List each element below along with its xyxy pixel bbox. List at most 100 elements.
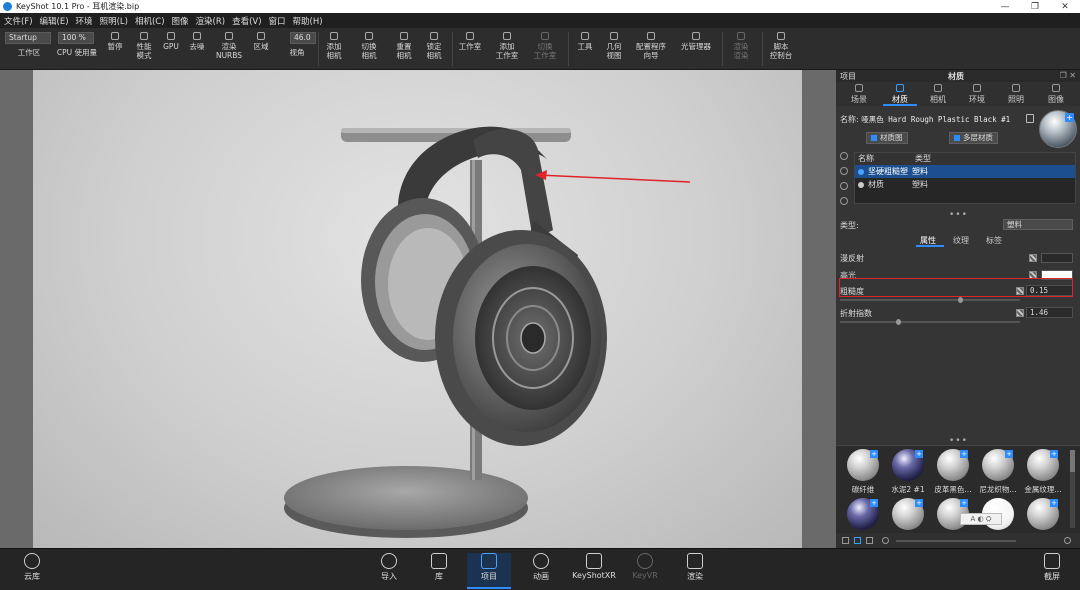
- library-material[interactable]: +: [888, 498, 928, 533]
- roughness-slider[interactable]: [840, 297, 1020, 303]
- add-icon[interactable]: +: [870, 499, 878, 507]
- menu-view[interactable]: 查看(V): [232, 15, 261, 27]
- toolbar-script-console[interactable]: 脚本 控制台: [766, 32, 796, 66]
- library-button[interactable]: 库: [417, 553, 461, 582]
- toolbar-configurator-wizard[interactable]: 配置程序 向导: [630, 32, 672, 66]
- library-material[interactable]: + 尼龙织物...: [978, 449, 1018, 495]
- library-scrollbar-thumb[interactable]: [1070, 450, 1075, 472]
- library-scrollbar[interactable]: [1070, 450, 1075, 528]
- delete-icon[interactable]: [840, 197, 848, 205]
- ior-texture-icon[interactable]: [1016, 309, 1024, 317]
- add-icon[interactable]: +: [960, 499, 968, 507]
- toolbar-render-disabled[interactable]: 渲染 渲染: [726, 32, 756, 66]
- ior-value-field[interactable]: 1.46: [1026, 307, 1073, 318]
- tab-image[interactable]: 图像: [1036, 83, 1076, 105]
- library-material[interactable]: + 水泥2 #1: [888, 449, 928, 495]
- add-icon[interactable]: +: [1005, 450, 1013, 458]
- menu-window[interactable]: 窗口: [269, 15, 286, 27]
- toolbar-light-manager[interactable]: 光管理器: [676, 32, 716, 66]
- menu-file[interactable]: 文件(F): [4, 15, 33, 27]
- workspace-select[interactable]: Startup: [5, 32, 51, 44]
- add-icon[interactable]: +: [870, 450, 878, 458]
- close-button[interactable]: ✕: [1050, 2, 1080, 12]
- toolbar-reset-camera[interactable]: 重置 相机: [390, 32, 418, 66]
- material-graph-button[interactable]: 材质图: [866, 132, 908, 144]
- library-material[interactable]: +: [843, 498, 883, 533]
- column-type[interactable]: 类型: [912, 153, 931, 165]
- tab-environment[interactable]: 环境: [957, 83, 997, 105]
- toolbar-studio[interactable]: 工作室: [454, 32, 486, 66]
- menu-camera[interactable]: 相机(C): [135, 15, 165, 27]
- save-material-icon[interactable]: [1026, 114, 1034, 123]
- multi-layer-material-button[interactable]: 多层材质: [949, 132, 998, 144]
- toolbar-gpu[interactable]: GPU: [160, 32, 182, 66]
- link-icon[interactable]: [840, 152, 848, 160]
- specular-texture-icon[interactable]: [1029, 271, 1037, 279]
- menu-image[interactable]: 图像: [172, 15, 189, 27]
- material-name-field[interactable]: 哑黑色 Hard Rough Plastic Black #1: [861, 115, 1010, 124]
- menu-lighting[interactable]: 照明(L): [100, 15, 128, 27]
- library-material[interactable]: + 碳纤维: [843, 449, 883, 495]
- toolbar-add-studio[interactable]: 添加 工作室: [490, 32, 524, 66]
- menu-environment[interactable]: 环境: [76, 15, 93, 27]
- splitter-handle[interactable]: •••: [949, 210, 968, 220]
- table-row[interactable]: 坚硬粗糙塑 塑料: [855, 165, 1075, 178]
- thumbnail-tools-popup[interactable]: A ◐ ⛭: [960, 513, 1002, 525]
- menu-help[interactable]: 帮助(H): [293, 15, 323, 27]
- import-button[interactable]: 导入: [367, 553, 411, 582]
- ior-slider-knob[interactable]: [896, 319, 901, 325]
- panel-window-buttons[interactable]: ❐ ✕: [1060, 71, 1076, 80]
- add-icon[interactable]: +: [915, 499, 923, 507]
- table-row[interactable]: 材质 塑料: [855, 178, 1075, 191]
- add-icon[interactable]: +: [1050, 499, 1058, 507]
- thumbnail-size-slider[interactable]: [896, 540, 1016, 542]
- animation-button[interactable]: 动画: [519, 553, 563, 582]
- toolbar-add-camera[interactable]: 添加 相机: [320, 32, 348, 66]
- minimize-button[interactable]: —: [990, 2, 1020, 12]
- toolbar-region[interactable]: 区域: [248, 32, 274, 66]
- render-viewport[interactable]: [33, 70, 802, 548]
- add-icon[interactable]: +: [1065, 113, 1074, 122]
- toolbar-lock-camera[interactable]: 锁定 相机: [420, 32, 448, 66]
- ior-slider[interactable]: [840, 319, 1020, 325]
- keyshotxr-button[interactable]: KeyShotXR: [567, 553, 621, 580]
- library-material[interactable]: +: [1023, 498, 1063, 533]
- toolbar-performance-mode[interactable]: 性能 模式: [130, 32, 158, 66]
- roughness-texture-icon[interactable]: [1016, 287, 1024, 295]
- toolbar-tools[interactable]: 工具: [572, 32, 598, 66]
- cloud-library-button[interactable]: 云库: [10, 553, 54, 582]
- fov-field[interactable]: 46.0: [290, 32, 316, 44]
- tab-lighting[interactable]: 照明: [996, 83, 1036, 105]
- zoom-select[interactable]: 100 %: [58, 32, 94, 44]
- tab-material[interactable]: 材质: [880, 83, 920, 105]
- library-material[interactable]: + 金属纹理...: [1023, 449, 1063, 495]
- diffuse-texture-icon[interactable]: [1029, 254, 1037, 262]
- menu-render[interactable]: 渲染(R): [196, 15, 226, 27]
- add-icon[interactable]: +: [960, 450, 968, 458]
- toolbar-pause[interactable]: 暂停: [102, 32, 128, 66]
- zoom-out-icon[interactable]: [882, 537, 889, 544]
- subtab-labels[interactable]: 标签: [986, 235, 1002, 246]
- roughness-value-field[interactable]: 0.15: [1026, 285, 1073, 296]
- unlink-icon[interactable]: [840, 167, 848, 175]
- add-icon[interactable]: +: [915, 450, 923, 458]
- toolbar-geometry-view[interactable]: 几何 视图: [600, 32, 628, 66]
- details-view-icon[interactable]: [866, 537, 873, 544]
- add-icon[interactable]: +: [1050, 450, 1058, 458]
- keyvr-button[interactable]: KeyVR: [623, 553, 667, 580]
- grid-view-icon[interactable]: [854, 537, 861, 544]
- subtab-textures[interactable]: 纹理: [953, 235, 969, 246]
- toolbar-render-nurbs[interactable]: 渲染 NURBS: [212, 32, 246, 66]
- project-button[interactable]: 项目: [467, 553, 511, 589]
- roughness-slider-knob[interactable]: [958, 297, 963, 303]
- list-view-icon[interactable]: [842, 537, 849, 544]
- maximize-button[interactable]: ❐: [1020, 2, 1050, 12]
- screenshot-button[interactable]: 截屏: [1030, 553, 1074, 582]
- library-material[interactable]: + 皮革黑色...: [933, 449, 973, 495]
- diffuse-color-swatch[interactable]: [1041, 253, 1073, 263]
- toolbar-switch-studio[interactable]: 切换 工作室: [528, 32, 562, 66]
- material-type-select[interactable]: 塑料: [1003, 219, 1073, 230]
- tab-camera[interactable]: 相机: [918, 83, 958, 105]
- toolbar-switch-camera[interactable]: 切换 相机: [354, 32, 384, 66]
- tab-scene[interactable]: 场景: [839, 83, 879, 105]
